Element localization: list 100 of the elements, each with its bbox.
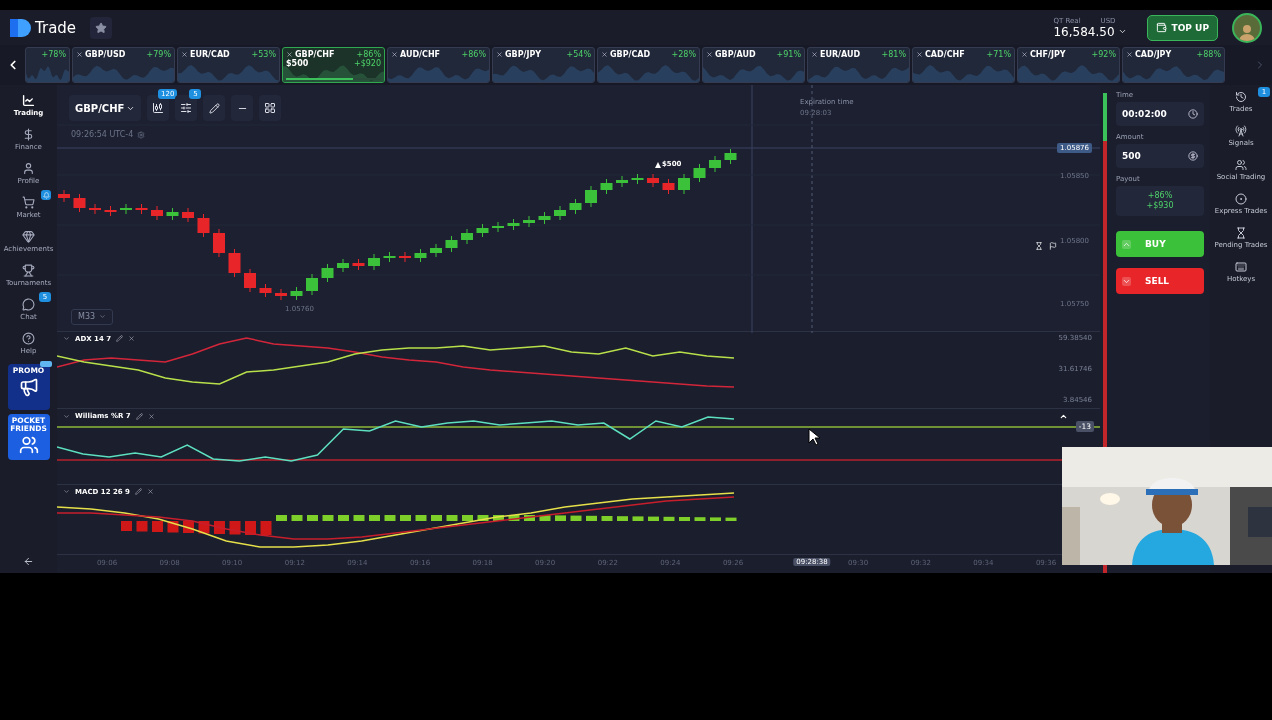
hourglass-icon[interactable] [1035, 242, 1043, 250]
asset-name: GBP/USD [85, 50, 126, 59]
help-icon [22, 331, 35, 345]
payout-percent: +86% [1147, 191, 1173, 201]
candle [523, 215, 535, 228]
close-icon[interactable] [147, 488, 154, 496]
avatar[interactable] [1232, 12, 1262, 43]
asset-tile[interactable]: GBP/CHF +86% $500 +$920 [282, 47, 385, 83]
payout-percent: +92% [1091, 50, 1116, 59]
close-icon[interactable] [391, 51, 398, 58]
chart-icon [22, 93, 35, 107]
logo-text: Trade [35, 18, 77, 37]
caret-icon[interactable] [63, 412, 70, 420]
candle [135, 203, 148, 215]
candle [306, 273, 318, 296]
asset-tile[interactable]: CAD/CHF +71% [912, 47, 1015, 83]
payout-percent: +86% [356, 50, 381, 59]
close-icon[interactable] [76, 51, 83, 58]
time-field[interactable]: 00:02:00 [1116, 102, 1204, 126]
payout-percent: +91% [776, 50, 801, 59]
caret-icon[interactable] [63, 335, 70, 343]
asset-tile[interactable]: GBP/AUD +91% [702, 47, 805, 83]
close-icon[interactable] [1126, 51, 1133, 58]
amount-field[interactable]: 500 [1116, 144, 1204, 168]
asset-tile[interactable]: CAD/JPY +88% [1122, 47, 1225, 83]
candle [290, 286, 303, 301]
asset-tile[interactable]: AUD/CHF +86% [387, 47, 490, 83]
grid-button[interactable] [259, 95, 282, 121]
user-icon [22, 161, 35, 175]
pair-dropdown[interactable]: GBP/CHF [69, 95, 142, 121]
sell-button[interactable]: SELL [1116, 268, 1204, 294]
asset-name: GBP/CHF [295, 50, 335, 59]
edit-icon[interactable] [135, 412, 143, 420]
payout-percent: +71% [986, 50, 1011, 59]
candle [631, 173, 644, 185]
candle [569, 198, 582, 215]
asset-tile[interactable]: EUR/CAD +53% [177, 47, 280, 83]
candle [399, 251, 411, 263]
candle [104, 205, 117, 217]
close-icon[interactable] [286, 51, 293, 58]
candle [337, 258, 349, 273]
back-button[interactable] [23, 556, 34, 567]
pencil-button[interactable] [203, 95, 226, 121]
cart-icon [22, 195, 35, 209]
candle [120, 203, 132, 215]
candle [166, 207, 179, 221]
candle [321, 263, 334, 283]
asset-name: EUR/CAD [190, 50, 230, 59]
asset-tile[interactable]: GBP/JPY +54% [492, 47, 595, 83]
close-icon[interactable] [601, 51, 608, 58]
settings-icon[interactable] [137, 130, 146, 139]
candle [73, 193, 86, 213]
asset-tile[interactable]: +78% [25, 47, 70, 83]
asset-tile[interactable]: EUR/AUD +81% [807, 47, 910, 83]
payout-percent: +79% [146, 50, 171, 59]
close-icon[interactable] [181, 51, 188, 58]
asset-tile[interactable]: GBP/USD +79% [72, 47, 175, 83]
payout-percent: +88% [1196, 50, 1221, 59]
candle [89, 203, 101, 215]
close-icon[interactable] [496, 51, 503, 58]
edit-icon[interactable] [135, 488, 142, 496]
arrow-left-icon [23, 556, 34, 567]
payout-amount: +$930 [1146, 201, 1174, 211]
edit-icon[interactable] [116, 335, 124, 343]
trophy-icon [22, 263, 35, 277]
candle [724, 148, 737, 165]
clock-icon [1188, 109, 1198, 119]
flag-icon[interactable] [1049, 242, 1057, 250]
people-icon [18, 435, 39, 455]
close-icon[interactable] [147, 412, 155, 420]
asset-name: AUD/CHF [400, 50, 441, 59]
payout-percent: +81% [881, 50, 906, 59]
payout-percent: +53% [251, 50, 276, 59]
asset-name: GBP/CAD [610, 50, 651, 59]
close-icon[interactable] [706, 51, 713, 58]
candle [228, 248, 241, 278]
dollar-icon [22, 127, 35, 141]
indicators-button[interactable] [175, 95, 198, 121]
candle [259, 283, 272, 298]
caret-icon[interactable] [63, 488, 70, 496]
candle [461, 228, 473, 245]
candle [693, 163, 706, 183]
close-icon[interactable] [128, 335, 136, 343]
close-icon[interactable] [1021, 51, 1028, 58]
chart-type-button[interactable] [147, 95, 170, 121]
asset-name: GBP/JPY [505, 50, 542, 59]
asset-tile[interactable]: CHF/JPY +92% [1017, 47, 1120, 83]
top-up-button[interactable]: TOP UP [1146, 14, 1218, 41]
candles-icon [152, 102, 165, 114]
asset-name: CAD/CHF [925, 50, 965, 59]
stake-amount: $500 [286, 59, 309, 68]
asset-tile[interactable]: GBP/CAD +28% [597, 47, 700, 83]
balance-dropdown[interactable]: 16,584.50 [1053, 24, 1127, 39]
candle [538, 211, 551, 225]
candle [616, 175, 628, 188]
close-icon[interactable] [811, 51, 818, 58]
candle [182, 207, 194, 223]
close-icon[interactable] [916, 51, 923, 58]
timeframe-dropdown[interactable]: M33 [71, 308, 114, 325]
chevron-down-icon [1122, 276, 1131, 286]
